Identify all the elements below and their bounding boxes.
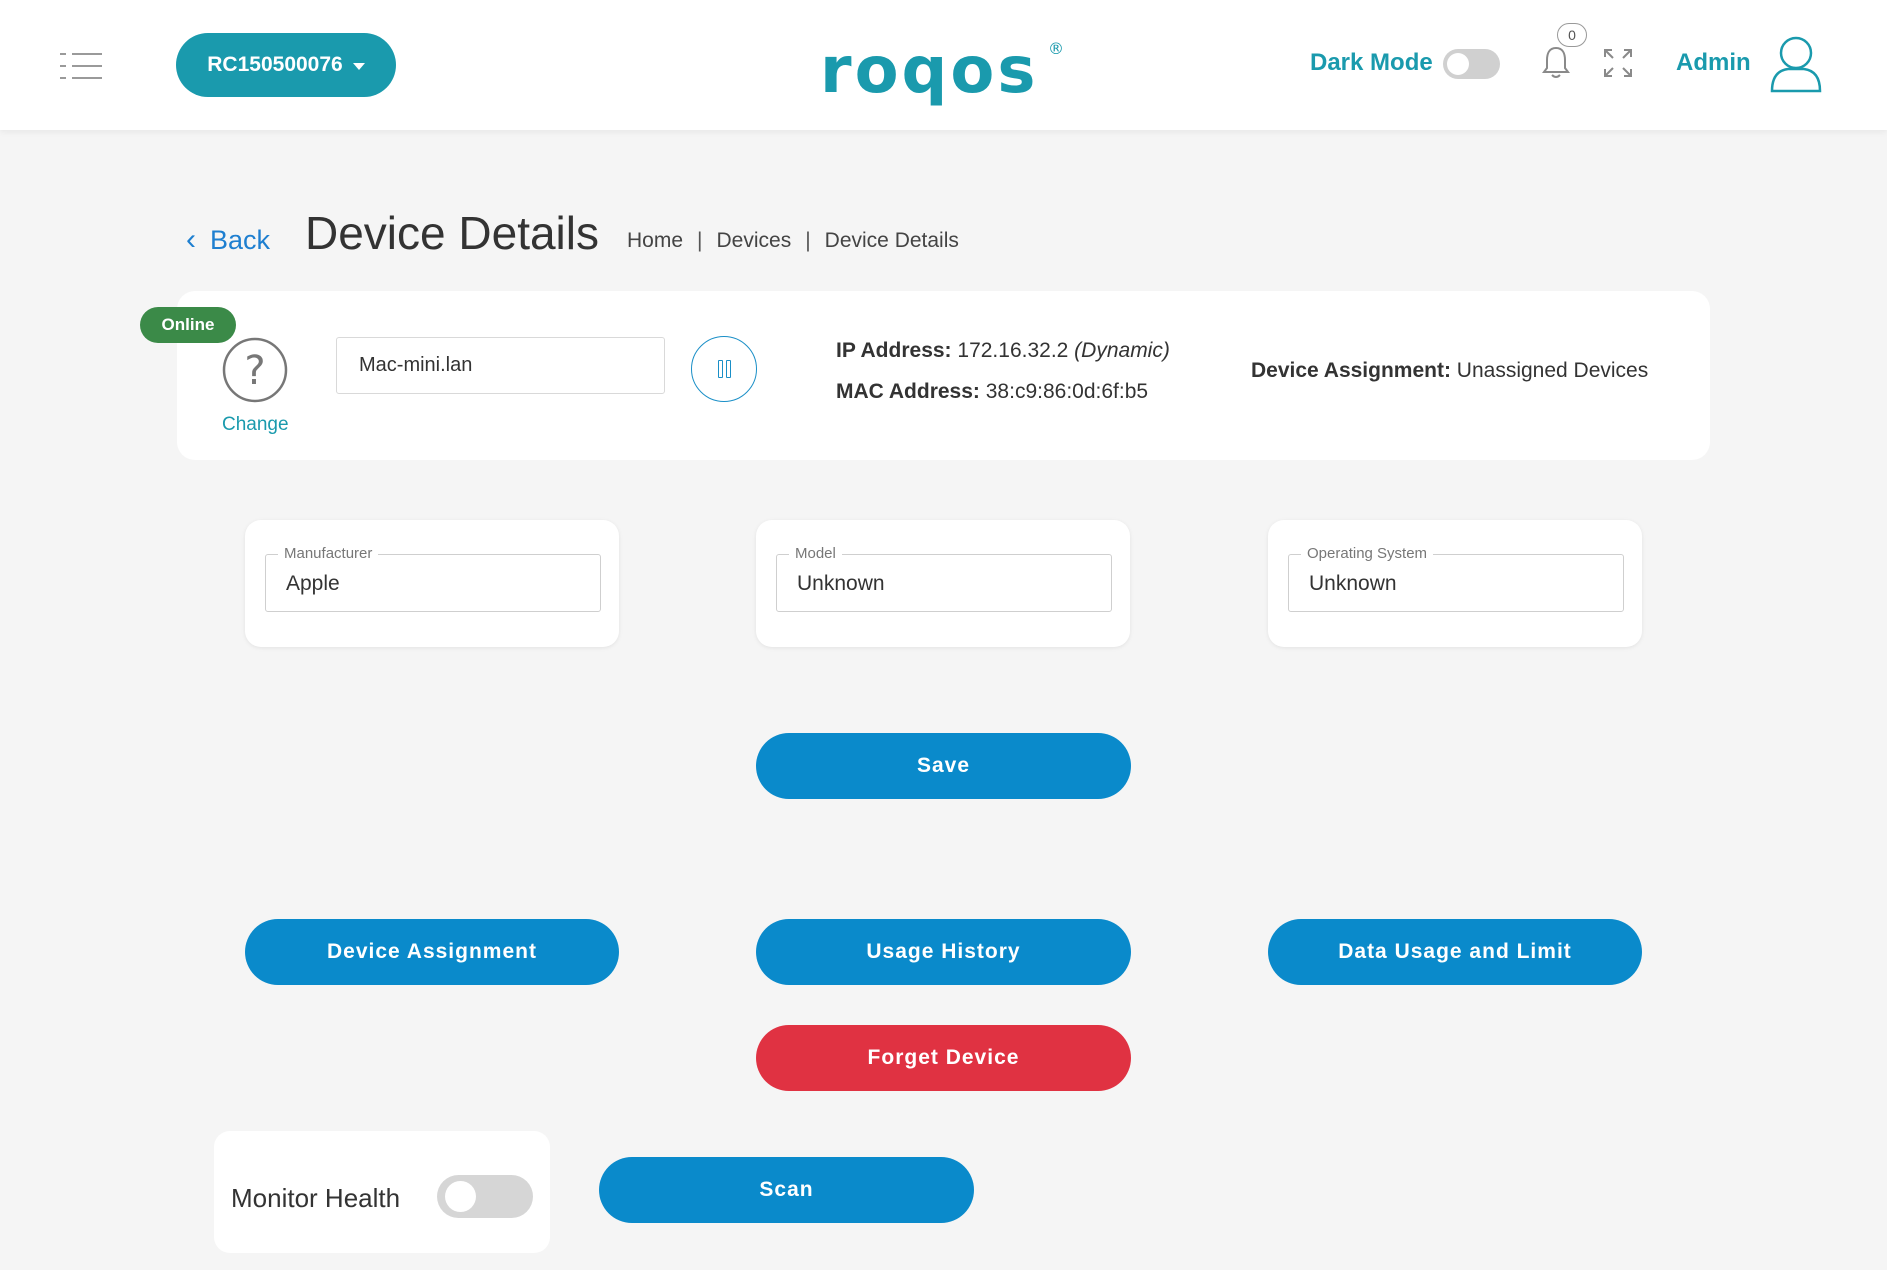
breadcrumb-separator: | [697, 229, 703, 252]
menu-icon[interactable] [60, 52, 102, 80]
data-usage-limit-button[interactable]: Data Usage and Limit [1268, 919, 1642, 985]
mac-address: MAC Address: 38:c9:86:0d:6f:b5 [836, 380, 1148, 404]
dark-mode-toggle[interactable] [1443, 49, 1500, 79]
toggle-knob [1447, 53, 1469, 75]
bell-icon[interactable] [1540, 44, 1572, 80]
breadcrumb-separator: | [805, 229, 811, 252]
scan-button[interactable]: Scan [599, 1157, 974, 1223]
svg-text:?: ? [244, 348, 265, 394]
mac-address-label: MAC Address: [836, 380, 980, 403]
manufacturer-card: Manufacturer Apple [245, 520, 619, 647]
manufacturer-label: Manufacturer [278, 545, 379, 562]
breadcrumb: Home | Devices | Device Details [627, 229, 959, 253]
operating-system-card: Operating System Unknown [1268, 520, 1642, 647]
unknown-device-icon[interactable]: ? [222, 337, 288, 403]
chevron-left-icon: ‹ [186, 223, 196, 256]
operating-system-field[interactable]: Operating System Unknown [1288, 545, 1624, 612]
ip-address: IP Address: 172.16.32.2 (Dynamic) [836, 339, 1170, 363]
dark-mode-label: Dark Mode [1310, 49, 1433, 76]
admin-label[interactable]: Admin [1676, 49, 1751, 77]
caret-down-icon [352, 62, 365, 70]
router-id: RC150500076 [207, 53, 343, 76]
monitor-health-toggle[interactable] [437, 1175, 533, 1218]
svg-text:®: ® [1048, 39, 1064, 58]
device-assignment-button[interactable]: Device Assignment [245, 919, 619, 985]
back-label: Back [210, 224, 271, 255]
model-card: Model Unknown [756, 520, 1130, 647]
forget-device-button[interactable]: Forget Device [756, 1025, 1131, 1091]
fullscreen-icon[interactable] [1603, 48, 1633, 78]
ip-address-label: IP Address: [836, 339, 952, 362]
router-select-button[interactable]: RC150500076 [176, 33, 396, 97]
device-assignment-info: Device Assignment: Unassigned Devices [1251, 359, 1648, 383]
breadcrumb-devices[interactable]: Devices [717, 229, 792, 253]
toggle-knob [445, 1181, 476, 1212]
save-button[interactable]: Save [756, 733, 1131, 799]
back-link[interactable]: ‹ Back [186, 223, 270, 257]
roqos-logo: roqos ® [820, 34, 1064, 108]
device-assignment-label: Device Assignment: [1251, 359, 1451, 382]
mac-address-value: 38:c9:86:0d:6f:b5 [985, 380, 1149, 403]
device-assignment-value: Unassigned Devices [1456, 359, 1649, 382]
usage-history-button[interactable]: Usage History [756, 919, 1131, 985]
top-bar: RC150500076 roqos ® Dark Mode 0 Admin [0, 0, 1887, 130]
model-field[interactable]: Model Unknown [776, 545, 1112, 612]
svg-text:roqos: roqos [820, 34, 1038, 108]
operating-system-value: Unknown [1309, 572, 1397, 595]
operating-system-label: Operating System [1301, 545, 1434, 562]
model-label: Model [789, 545, 842, 562]
device-name-input[interactable] [336, 337, 665, 394]
breadcrumb-current: Device Details [824, 229, 959, 252]
pause-button[interactable] [691, 336, 757, 402]
pause-icon [717, 360, 723, 378]
notification-count-badge: 0 [1557, 23, 1587, 47]
breadcrumb-home[interactable]: Home [627, 229, 683, 253]
pause-icon [725, 360, 731, 378]
page-title: Device Details [305, 207, 599, 259]
manufacturer-value: Apple [286, 572, 340, 595]
ip-address-value: 172.16.32.2 [957, 339, 1069, 362]
ip-type: (Dynamic) [1074, 339, 1170, 362]
change-icon-link[interactable]: Change [222, 414, 289, 436]
monitor-health-label: Monitor Health [231, 1183, 401, 1213]
model-value: Unknown [797, 572, 885, 595]
user-avatar-icon[interactable] [1768, 33, 1824, 95]
manufacturer-field[interactable]: Manufacturer Apple [265, 545, 601, 612]
